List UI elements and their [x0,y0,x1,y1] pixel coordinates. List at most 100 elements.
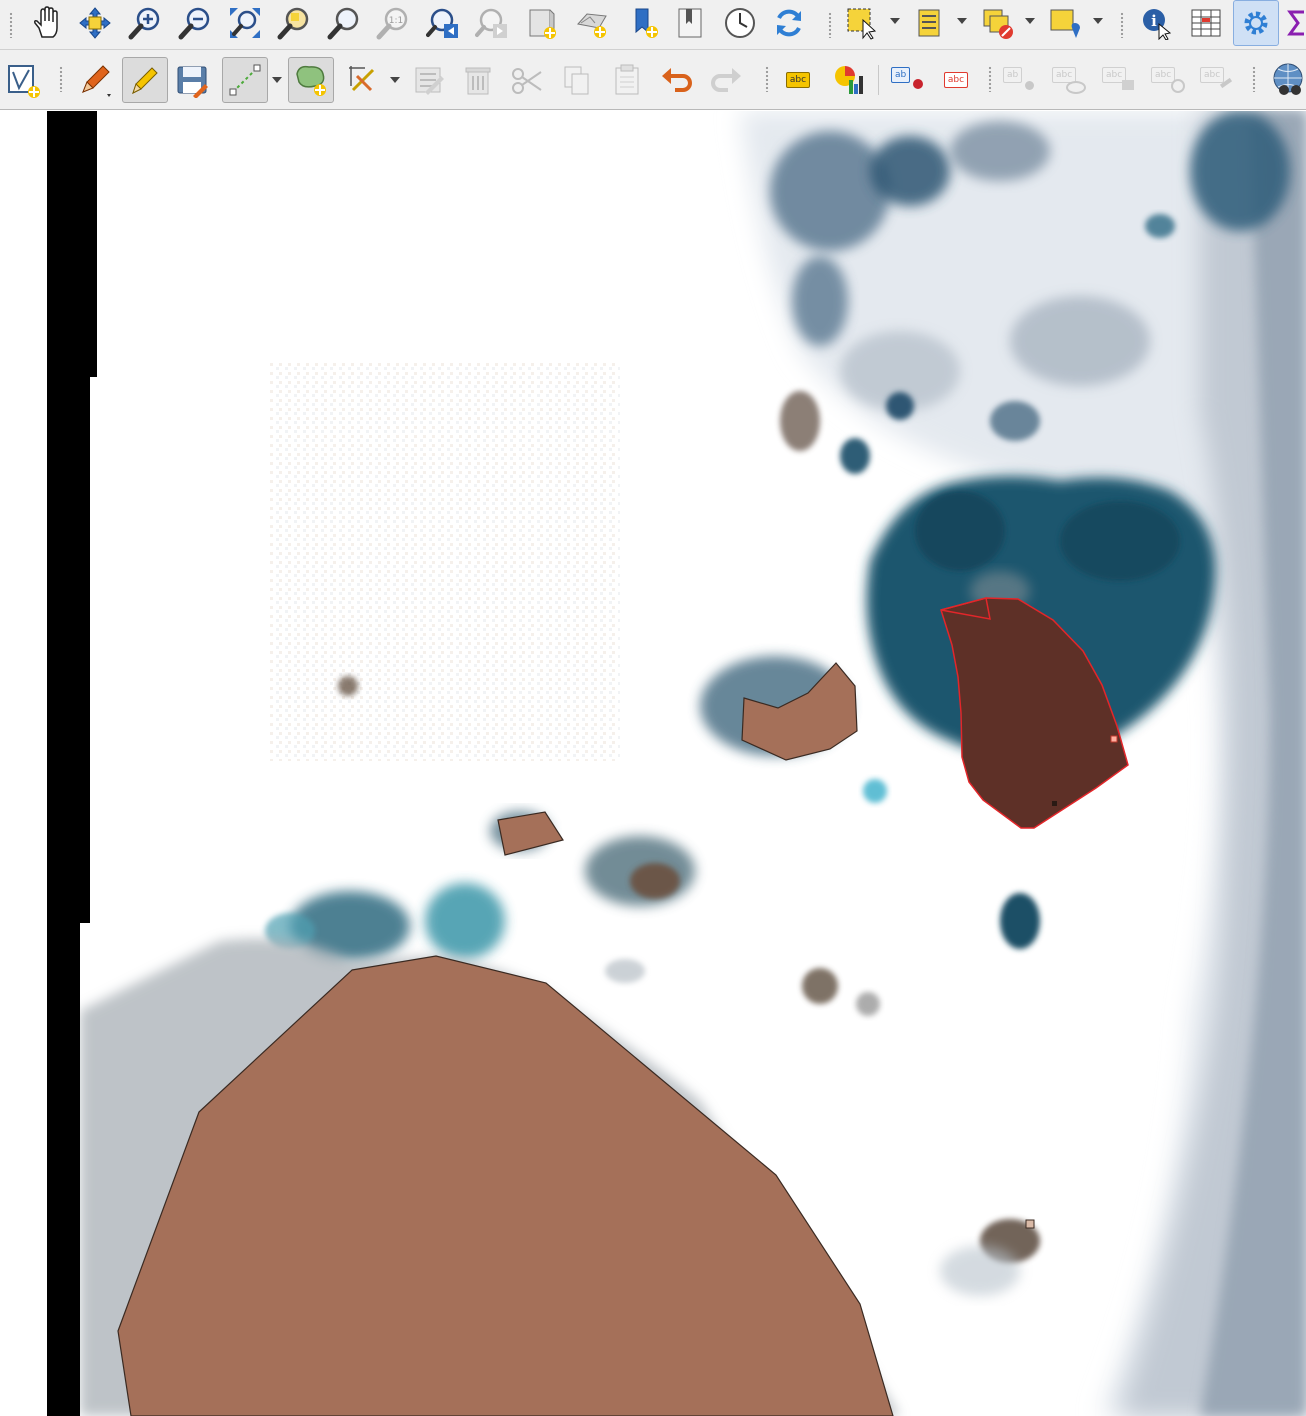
pin-label-icon: ab [889,65,925,95]
zoom-full-button[interactable] [225,3,265,43]
new-map-view-icon [529,9,556,39]
change-label-button[interactable]: abc [1196,60,1236,100]
vertex-marker[interactable] [1110,735,1118,743]
identify-icon: i [1143,9,1172,40]
attribute-table-icon [918,9,940,37]
vertex-editor-button[interactable] [343,60,383,100]
current-edits-button[interactable] [75,60,115,100]
paste-features-button[interactable] [607,60,647,100]
select-features-button[interactable] [842,3,882,43]
zoom-to-selection-icon [277,7,309,40]
zoom-native-resolution-button[interactable]: 1:1 [373,3,413,43]
chevron-down-icon [390,77,400,83]
map-canvas[interactable] [0,111,1306,1416]
digitize-segment-dropdown[interactable] [271,74,283,86]
rotate-label-button[interactable]: abc [1147,60,1187,100]
paste-icon [615,64,639,95]
toolbar-grip[interactable] [988,66,992,92]
save-layer-edits-icon [177,66,208,98]
attribute-table-dropdown[interactable] [956,15,968,27]
open-attribute-table-button[interactable] [1186,3,1226,43]
show-hide-labels-button[interactable]: abc [1048,60,1088,100]
undo-button[interactable] [657,60,697,100]
raster-speckle [270,361,620,761]
change-label-icon: abc [1198,65,1234,95]
chevron-down-icon [1093,18,1103,24]
processing-toolbox-button[interactable] [1233,0,1279,46]
zoom-native-label: 1:1 [389,16,403,26]
pan-map-button[interactable] [27,3,67,43]
zoom-next-icon [475,8,507,38]
pencil-icon [132,67,158,94]
new-3d-view-button[interactable] [572,3,612,43]
add-polygon-button[interactable] [288,57,334,103]
delete-icon [465,67,491,95]
identify-features-button[interactable]: i [1136,3,1176,43]
move-label-diagram-button[interactable]: abc [1098,60,1138,100]
statistics-button[interactable] [1286,3,1306,43]
highlight-label-icon: abc [943,72,969,88]
refresh-icon [777,9,801,37]
chevron-down-icon [272,77,282,83]
globe-button[interactable] [1266,60,1306,100]
map-render[interactable] [0,111,1306,1416]
vertex-marker[interactable] [1052,801,1057,806]
chevron-down-icon [957,18,967,24]
select-features-icon [847,8,877,40]
layer-labeling-button[interactable]: abc [778,60,818,100]
clock-icon [725,8,755,38]
toolbar-grip[interactable] [59,66,63,92]
toolbar-separator [878,65,879,95]
globe-icon [1273,63,1303,95]
zoom-out-icon [178,7,210,40]
gear-icon [1244,11,1268,35]
toolbar-grip[interactable] [9,12,13,38]
layer-diagram-button[interactable] [829,60,869,100]
deselect-features-button[interactable] [978,3,1018,43]
delete-selected-button[interactable] [458,60,498,100]
pan-to-selection-button[interactable] [75,3,115,43]
zoom-in-button[interactable] [125,3,165,43]
toolbar-grip[interactable] [828,12,832,38]
save-edits-button[interactable] [173,60,213,100]
vertex-marker[interactable] [1025,1219,1035,1229]
cut-features-button[interactable] [507,60,547,100]
modify-attributes-button[interactable] [409,60,449,100]
attribute-table-button[interactable] [910,3,950,43]
toolbar-grip[interactable] [1120,12,1124,38]
map-navigation-toolbar: 1:1 i [0,0,1306,50]
show-bookmarks-button[interactable] [670,3,710,43]
new-map-view-button[interactable] [522,3,562,43]
toggle-editing-button[interactable] [122,57,168,103]
show-bookmarks-icon [678,8,702,38]
current-edits-icon [82,65,111,97]
zoom-last-button[interactable] [423,3,463,43]
redo-button[interactable] [706,60,746,100]
open-attribute-table-icon [1191,9,1221,37]
select-by-location-button[interactable] [1045,3,1085,43]
select-location-dropdown[interactable] [1092,15,1104,27]
toolbar-grip[interactable] [1252,66,1256,92]
refresh-button[interactable] [769,3,809,43]
redo-icon [711,68,741,92]
toolbar-grip[interactable] [765,66,769,92]
temporal-controller-button[interactable] [720,3,760,43]
vertex-editor-dropdown[interactable] [389,74,401,86]
zoom-next-button[interactable] [472,3,512,43]
new-bookmark-button[interactable] [625,3,665,43]
zoom-to-selection-button[interactable] [274,3,314,43]
select-features-dropdown[interactable] [889,15,901,27]
zoom-to-layer-button[interactable] [324,3,364,43]
move-label-diagram-icon: abc [1100,65,1136,95]
vertex-tool-button[interactable] [3,60,43,100]
deselect-dropdown[interactable] [1024,15,1036,27]
modify-attributes-icon [415,67,444,95]
zoom-out-button[interactable] [175,3,215,43]
zoom-last-icon [426,8,458,38]
move-label-button[interactable]: ab [999,60,1039,100]
highlight-labels-button[interactable]: abc [936,60,976,100]
change-label-text: abc [1200,67,1225,83]
pin-labels-button[interactable]: ab [887,60,927,100]
digitize-segment-button[interactable] [222,57,268,103]
copy-features-button[interactable] [557,60,597,100]
